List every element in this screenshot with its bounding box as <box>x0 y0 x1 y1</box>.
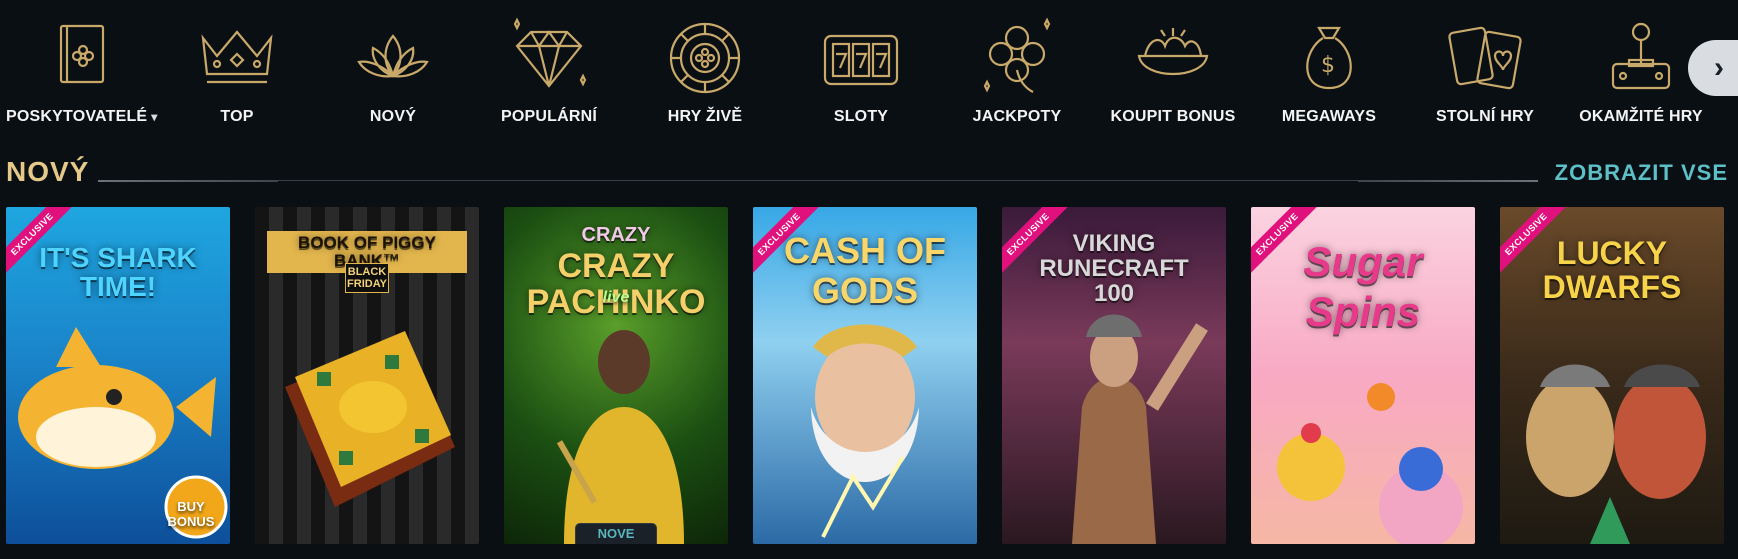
game-title: CASH OF GODS <box>784 230 946 311</box>
category-label: HRY ŽIVĚ <box>667 108 743 125</box>
category-label: SLOTY <box>833 108 889 125</box>
joystick-icon <box>1599 16 1683 100</box>
game-title: IT'S SHARK TIME! <box>39 242 197 303</box>
category-popularni[interactable]: POPULÁRNÍ <box>474 0 624 140</box>
category-label: POPULÁRNÍ <box>500 108 598 125</box>
category-label: JACKPOTY <box>972 108 1062 125</box>
slot-777-icon <box>819 16 903 100</box>
category-megaways[interactable]: $ MEGAWAYS <box>1254 0 1404 140</box>
divider-left <box>98 180 278 182</box>
category-jackpoty[interactable]: JACKPOTY <box>942 0 1092 140</box>
game-tile[interactable]: CRAZY CRAZY PACHINKO live NOVE <box>504 207 728 544</box>
game-tile[interactable]: EXCLUSIVE VIKING RUNECRAFT 100 <box>1002 207 1226 544</box>
category-poskytovatele[interactable]: POSKYTOVATELÉ ▾ <box>6 0 158 140</box>
category-koupit-bonus[interactable]: KOUPIT BONUS <box>1098 0 1248 140</box>
category-label: OKAMŽITÉ HRY <box>1579 108 1703 125</box>
game-title: CRAZY PACHINKO <box>526 247 706 321</box>
game-carousel: EXCLUSIVE IT'S SHARK TIME! BUY BONUS BOO… <box>0 207 1738 547</box>
game-tile[interactable]: EXCLUSIVE Sugar Spins <box>1251 207 1475 544</box>
divider <box>278 180 1358 181</box>
game-tile[interactable]: BOOK OF PIGGY BANK™ BLACK FRIDAY <box>255 207 479 544</box>
chevron-down-icon: ▾ <box>151 110 158 124</box>
book-clover-icon <box>39 16 123 100</box>
category-label: NOVÝ <box>369 108 417 125</box>
category-hry-zive[interactable]: HRY ŽIVĚ <box>630 0 780 140</box>
section-header: NOVÝ ZOBRAZIT VSE <box>0 150 1738 194</box>
category-label: KOUPIT BONUS <box>1110 108 1236 125</box>
category-label: POSKYTOVATELÉ <box>6 108 148 125</box>
game-subtitle: BLACK FRIDAY <box>345 263 389 293</box>
divider-right <box>1358 180 1538 182</box>
crown-icon <box>195 16 279 100</box>
category-stolni-hry[interactable]: STOLNÍ HRY <box>1410 0 1560 140</box>
view-all-link[interactable]: ZOBRAZIT VSE <box>1555 160 1728 186</box>
game-title: LUCKY DWARFS <box>1542 235 1682 305</box>
game-tile[interactable]: EXCLUSIVE CASH OF GODS <box>753 207 977 544</box>
game-tile[interactable]: EXCLUSIVE LUCKY DWARFS <box>1500 207 1724 544</box>
diamond-icon <box>507 16 591 100</box>
money-bag-icon: $ <box>1287 16 1371 100</box>
chevron-right-icon: › <box>1714 51 1724 84</box>
svg-text:$: $ <box>1321 53 1335 78</box>
new-badge: NOVE <box>575 523 657 544</box>
gold-ingot-icon <box>1131 16 1215 100</box>
playing-cards-icon <box>1443 16 1527 100</box>
category-label: STOLNÍ HRY <box>1435 108 1534 125</box>
section-title: NOVÝ <box>6 156 90 187</box>
game-subtitle: BUY BONUS <box>167 499 215 529</box>
category-novy[interactable]: NOVÝ <box>318 0 468 140</box>
game-subtitle: live <box>602 289 630 306</box>
game-title: VIKING RUNECRAFT 100 <box>1039 230 1189 308</box>
category-label: MEGAWAYS <box>1281 108 1377 125</box>
game-title-crazy: CRAZY <box>581 224 651 246</box>
roulette-chip-icon <box>663 16 747 100</box>
categories-next-button[interactable]: › <box>1688 40 1738 96</box>
category-label: TOP <box>220 108 254 125</box>
category-top[interactable]: TOP <box>162 0 312 140</box>
game-tile[interactable]: EXCLUSIVE IT'S SHARK TIME! BUY BONUS <box>6 207 230 544</box>
category-nav: POSKYTOVATELÉ ▾ TOP NOVÝ POPULÁRNÍ HRY ŽI… <box>0 0 1738 140</box>
category-sloty[interactable]: SLOTY <box>786 0 936 140</box>
clover-icon <box>975 16 1059 100</box>
lotus-icon <box>351 16 435 100</box>
game-title: Sugar Spins <box>1303 238 1423 336</box>
